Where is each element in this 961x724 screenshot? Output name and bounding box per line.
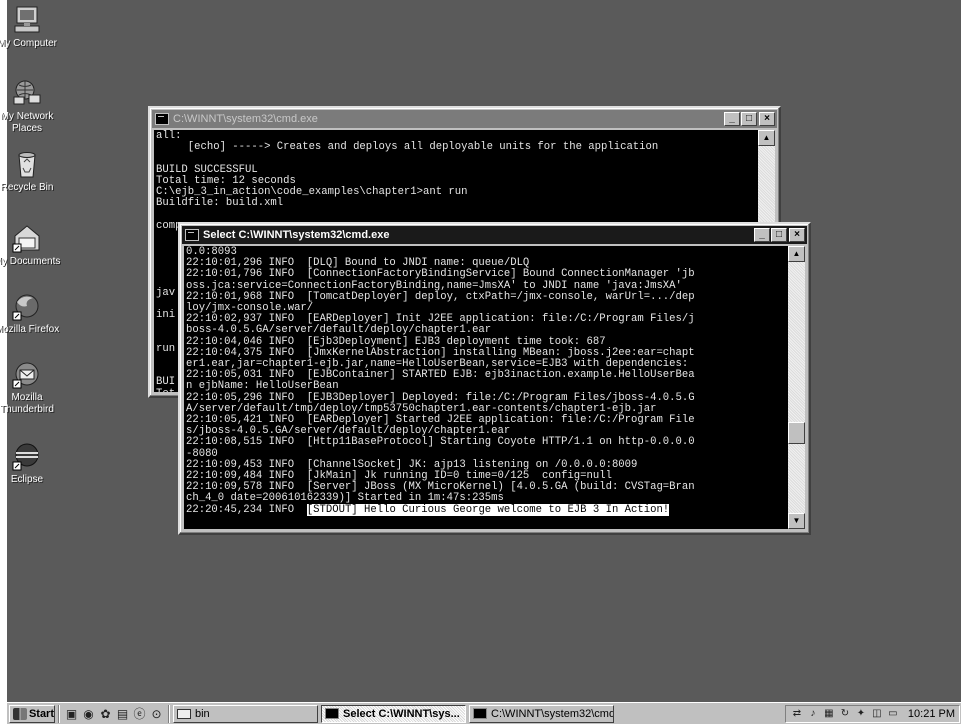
documents-icon <box>12 225 40 253</box>
cmd-icon <box>155 113 169 125</box>
desktop-icon-my-network-places[interactable]: My Network Places <box>0 77 67 135</box>
close-button[interactable]: × <box>759 112 775 126</box>
desktop-icon-label: My Computer <box>0 38 57 49</box>
media-icon[interactable]: ⊙ <box>148 706 165 722</box>
scroll-up-arrow-icon[interactable]: ▲ <box>788 246 805 262</box>
browser-icon[interactable]: ◉ <box>80 706 97 722</box>
monitor-tray-icon[interactable]: ▭ <box>886 708 900 720</box>
show-desktop-icon[interactable]: ▣ <box>63 706 80 722</box>
folder-icon <box>177 708 191 719</box>
console-last-line: 22:20:45,234 INFO [STDOUT] Hello Curious… <box>186 503 786 516</box>
maximize-button[interactable]: □ <box>771 228 787 242</box>
console-line: boss-4.0.5.GA/server/default/deploy/chap… <box>186 324 492 337</box>
desktop-icon-recycle-bin[interactable]: Recycle Bin <box>0 148 67 194</box>
title-bar[interactable]: Select C:\WINNT\system32\cmd.exe _ □ × <box>182 226 807 244</box>
scroll-up-arrow-icon[interactable]: ▲ <box>758 130 775 146</box>
firefox-icon <box>12 294 39 321</box>
system-tray: ⇄ ♪ ▦ ↻ ✦ ◫ ▭ 10:21 PM <box>784 704 960 723</box>
cmd-icon <box>325 708 339 719</box>
window-title: Select C:\WINNT\system32\cmd.exe <box>203 229 390 241</box>
close-button[interactable]: × <box>789 228 805 242</box>
desktop-icon-label: Mozilla Firefox <box>0 324 60 335</box>
selected-text[interactable]: [STDOUT] Hello Curious George welcome to… <box>306 503 670 516</box>
clock: 10:21 PM <box>907 707 955 720</box>
desktop-icon-my-computer[interactable]: My Computer <box>0 4 67 50</box>
start-label: Start <box>28 707 54 720</box>
console-lines: 0.0:8093 22:10:01,296 INFO [DLQ] Bound to… <box>186 246 786 505</box>
title-bar[interactable]: C:\WINNT\system32\cmd.exe _ □ × <box>152 110 777 128</box>
desktop-icon-label: My Network Places <box>0 111 54 134</box>
taskbar-separator <box>168 704 170 723</box>
taskbar: Start ▣ ◉ ✿ ▤ ⓔ ⊙ bin Select C:\WINNT\sy… <box>7 702 961 724</box>
console-line: Buildfile: build.xml <box>156 197 284 210</box>
cmd-window-active[interactable]: Select C:\WINNT\system32\cmd.exe _ □ × 0… <box>178 222 811 535</box>
task-button-cmd[interactable]: C:\WINNT\system32\cmd... <box>469 704 614 723</box>
network-icon <box>13 80 41 105</box>
task-button-bin[interactable]: bin <box>173 704 318 723</box>
thunderbird-icon <box>12 362 39 389</box>
volume-tray-icon[interactable]: ♪ <box>806 708 820 720</box>
desktop-icon-mozilla-thunderbird[interactable]: Mozilla Thunderbird <box>0 358 67 416</box>
recycle-bin-icon <box>18 152 36 178</box>
mozilla-icon[interactable]: ✿ <box>97 706 114 722</box>
maximize-button[interactable]: □ <box>741 112 757 126</box>
desktop-icon-mozilla-firefox[interactable]: Mozilla Firefox <box>0 290 67 336</box>
console-output: 0.0:8093 22:10:01,296 INFO [DLQ] Bound to… <box>184 246 788 529</box>
console-line: [echo] -----> Creates and deploys all de… <box>156 141 659 154</box>
task-label: Select C:\WINNT\sys... <box>343 707 460 720</box>
console-line: 22:10:08,515 INFO [Http11BaseProtocol] S… <box>186 436 695 449</box>
windows-logo-icon <box>13 707 27 720</box>
task-label: bin <box>195 707 210 720</box>
console-line: 22:10:01,796 INFO [ConnectionFactoryBind… <box>186 268 695 281</box>
cmd-icon <box>185 229 199 241</box>
sync-tray-icon[interactable]: ↻ <box>838 708 852 720</box>
computer-icon <box>14 6 40 33</box>
taskbar-separator <box>58 704 60 723</box>
app-tray-icon[interactable]: ✦ <box>854 708 868 720</box>
desktop: My Computer My Network Places Recycle Bi… <box>0 0 961 702</box>
printer-tray-icon[interactable]: ▦ <box>822 708 836 720</box>
desktop-icon-label: Eclipse <box>10 474 44 485</box>
desktop-icon-label: My Documents <box>0 256 61 267</box>
eclipse-icon <box>12 443 39 471</box>
task-button-select-cmd[interactable]: Select C:\WINNT\sys... <box>321 704 466 723</box>
cmd-icon <box>473 708 487 719</box>
task-label: C:\WINNT\system32\cmd... <box>491 707 614 720</box>
desktop-icon-eclipse[interactable]: Eclipse <box>0 440 67 486</box>
network-tray-icon[interactable]: ⇄ <box>790 708 804 720</box>
vertical-scrollbar[interactable]: ▲ ▼ <box>788 246 805 529</box>
window-title: C:\WINNT\system32\cmd.exe <box>173 113 318 125</box>
console-line-prefix: 22:20:45,234 INFO <box>186 503 307 516</box>
scroll-down-arrow-icon[interactable]: ▼ <box>788 513 805 529</box>
console-line: n ejbName: HelloUserBean <box>186 380 339 393</box>
minimize-button[interactable]: _ <box>754 228 770 242</box>
desktop-icon-label: Recycle Bin <box>0 182 54 193</box>
window-icon[interactable]: ▤ <box>114 706 131 722</box>
desktop-icon-my-documents[interactable]: My Documents <box>0 222 67 268</box>
start-button[interactable]: Start <box>9 704 55 723</box>
security-tray-icon[interactable]: ◫ <box>870 708 884 720</box>
desktop-icon-label: Mozilla Thunderbird <box>0 392 54 415</box>
scrollbar-thumb[interactable] <box>788 422 805 444</box>
ie-icon[interactable]: ⓔ <box>131 706 148 722</box>
minimize-button[interactable]: _ <box>724 112 740 126</box>
